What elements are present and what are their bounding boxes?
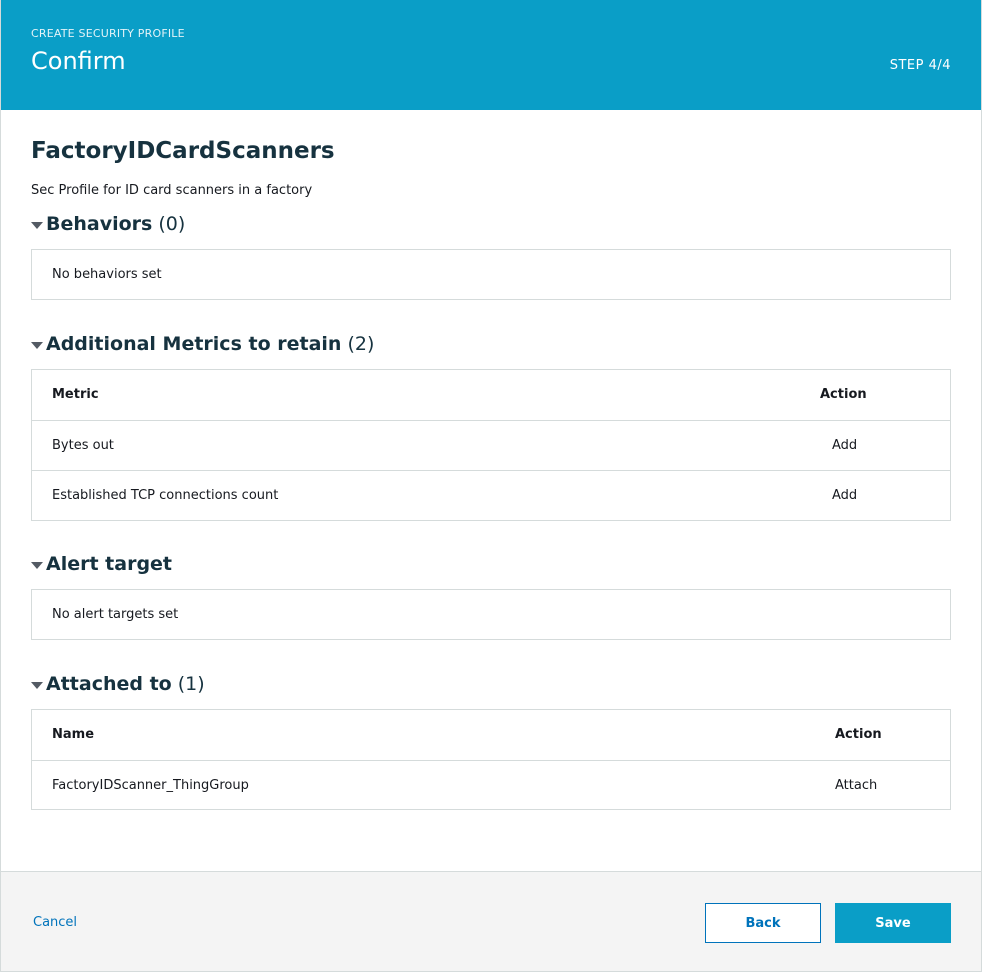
step-indicator: STEP 4/4: [889, 58, 951, 73]
column-header-action: Action: [820, 387, 867, 402]
metric-action: Add: [832, 488, 858, 503]
caret-down-icon: [31, 341, 43, 349]
profile-name: FactoryIDCardScanners: [31, 138, 335, 164]
section-title-metrics: Additional Metrics to retain: [46, 333, 342, 355]
save-button[interactable]: Save: [835, 903, 951, 943]
table-row: FactoryIDScanner_ThingGroup Attach: [32, 760, 950, 810]
metric-name: Bytes out: [52, 438, 114, 453]
attached-to-table: Name Action FactoryIDScanner_ThingGroup …: [31, 709, 951, 810]
behaviors-empty-text: No behaviors set: [52, 267, 162, 282]
section-count-metrics: (2): [347, 333, 375, 355]
profile-description: Sec Profile for ID card scanners in a fa…: [31, 183, 313, 198]
alert-target-empty-text: No alert targets set: [52, 607, 179, 622]
section-toggle-behaviors[interactable]: Behaviors (0): [31, 211, 185, 237]
section-toggle-attached-to[interactable]: Attached to (1): [31, 671, 205, 697]
caret-down-icon: [31, 221, 43, 229]
caret-down-icon: [31, 561, 43, 569]
section-title-alert-target: Alert target: [46, 553, 173, 575]
metric-name: Established TCP connections count: [52, 488, 279, 503]
behaviors-panel: No behaviors set: [31, 249, 951, 300]
section-count-attached-to: (1): [177, 673, 205, 695]
metrics-table: Metric Action Bytes out Add Established …: [31, 369, 951, 521]
table-header-row: Metric Action: [32, 370, 950, 420]
back-button[interactable]: Back: [705, 903, 821, 943]
column-header-action: Action: [835, 727, 882, 742]
section-toggle-alert-target[interactable]: Alert target: [31, 551, 172, 577]
wizard-breadcrumb: CREATE SECURITY PROFILE: [31, 27, 185, 40]
table-header-row: Name Action: [32, 710, 950, 760]
wizard-header: CREATE SECURITY PROFILE Confirm STEP 4/4: [1, 0, 981, 110]
column-header-metric: Metric: [52, 387, 99, 402]
page-title: Confirm: [31, 47, 126, 75]
section-count-behaviors: (0): [158, 213, 186, 235]
caret-down-icon: [31, 681, 43, 689]
cancel-link[interactable]: Cancel: [33, 915, 77, 930]
section-title-attached-to: Attached to: [46, 673, 172, 695]
target-name: FactoryIDScanner_ThingGroup: [52, 778, 249, 793]
target-action: Attach: [835, 778, 878, 793]
table-row: Established TCP connections count Add: [32, 470, 950, 520]
metric-action: Add: [832, 438, 858, 453]
section-toggle-metrics[interactable]: Additional Metrics to retain (2): [31, 331, 374, 357]
alert-target-panel: No alert targets set: [31, 589, 951, 640]
wizard-footer: Cancel Back Save: [1, 871, 981, 971]
column-header-name: Name: [52, 727, 95, 742]
table-row: Bytes out Add: [32, 420, 950, 470]
section-title-behaviors: Behaviors: [46, 213, 153, 235]
